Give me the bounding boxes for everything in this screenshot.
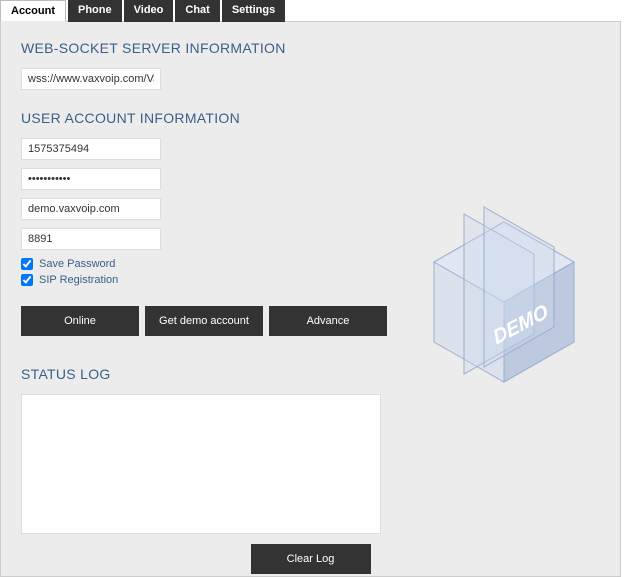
get-demo-button[interactable]: Get demo account: [145, 306, 263, 336]
demo-cube-icon: DEMO: [404, 192, 604, 392]
port-input[interactable]: [21, 228, 161, 250]
tab-video[interactable]: Video: [124, 0, 174, 22]
domain-input[interactable]: [21, 198, 161, 220]
save-password-checkbox[interactable]: [21, 258, 33, 270]
tab-chat[interactable]: Chat: [175, 0, 219, 22]
tab-account[interactable]: Account: [0, 0, 66, 22]
advance-button[interactable]: Advance: [269, 306, 387, 336]
username-input[interactable]: [21, 138, 161, 160]
account-panel: WEB-SOCKET SERVER INFORMATION USER ACCOU…: [0, 21, 621, 577]
tab-settings[interactable]: Settings: [222, 0, 285, 22]
password-input[interactable]: [21, 168, 161, 190]
save-password-label: Save Password: [39, 258, 115, 270]
tab-phone[interactable]: Phone: [68, 0, 122, 22]
online-button[interactable]: Online: [21, 306, 139, 336]
section-websocket-title: WEB-SOCKET SERVER INFORMATION: [21, 40, 600, 56]
tabs-bar: Account Phone Video Chat Settings: [0, 0, 640, 22]
section-user-account-title: USER ACCOUNT INFORMATION: [21, 110, 600, 126]
clear-log-button[interactable]: Clear Log: [251, 544, 371, 574]
ws-url-input[interactable]: [21, 68, 161, 90]
sip-registration-checkbox[interactable]: [21, 274, 33, 286]
sip-registration-label: SIP Registration: [39, 274, 118, 286]
status-log-area: [21, 394, 381, 534]
